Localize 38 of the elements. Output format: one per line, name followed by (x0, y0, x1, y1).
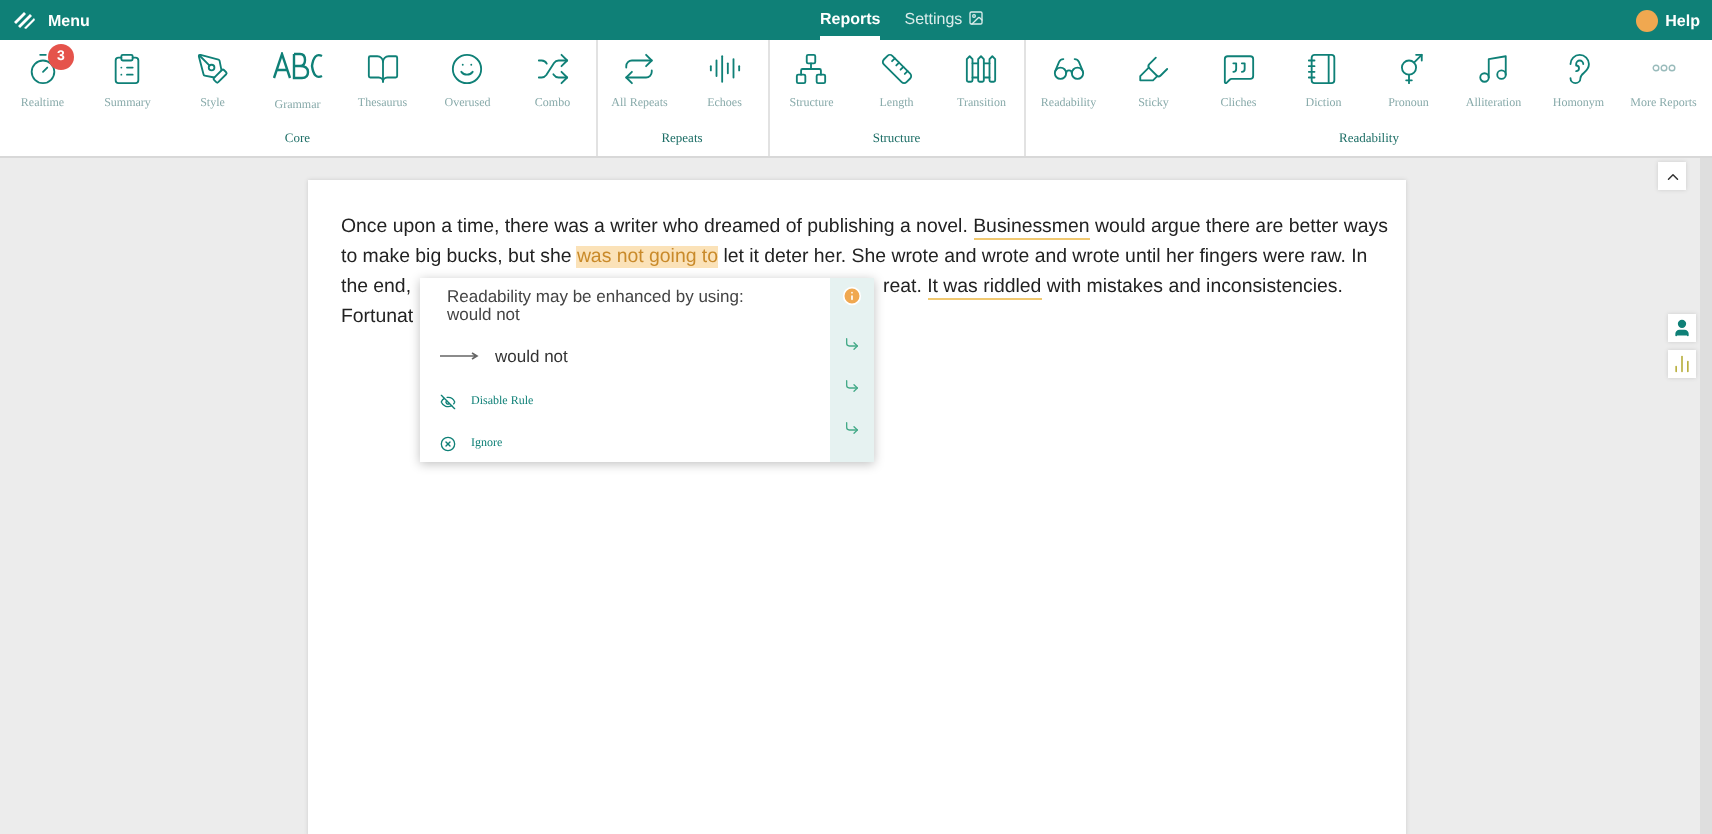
glasses-icon (1051, 52, 1086, 86)
quote-bubble-icon (1221, 52, 1256, 86)
profile-button[interactable] (1668, 314, 1696, 342)
music-note-icon (1476, 52, 1511, 86)
repeat-icon (622, 52, 657, 86)
text-line: to make big bucks, but she was not going to let it deter her. She wrote and wrote and wrote until her fingers were raw. In (341, 244, 1368, 272)
pen-icon (195, 52, 230, 86)
collapse-button[interactable] (1658, 162, 1686, 190)
help-button[interactable]: Help (1635, 9, 1700, 31)
suggestion-hint: would not (447, 306, 520, 324)
text-line: Once upon a time, there was a writer who dreamed of publishing a novel. Businessmen would argue there are better ways (341, 214, 1388, 242)
notebook-icon (1306, 52, 1341, 86)
arrow-icon (439, 352, 479, 360)
close-icon (439, 435, 455, 451)
shuffle-icon (535, 52, 570, 86)
logo-icon (12, 10, 36, 30)
network-icon (794, 52, 829, 86)
sound-wave-icon (707, 52, 742, 86)
eye-off-icon (439, 393, 455, 409)
popup-message: Readability may be enhanced by using: (447, 288, 746, 306)
menu-button[interactable]: Menu (12, 10, 90, 30)
tab[interactable]: Settings (904, 0, 985, 40)
text-line: Fortunat (341, 304, 414, 332)
ruler-icon (879, 52, 914, 86)
apply-icon[interactable] (843, 336, 859, 352)
suggestion-action[interactable]: would not (439, 332, 568, 380)
apply-icon[interactable] (843, 420, 859, 436)
bar-chart-icon (1672, 354, 1692, 374)
book-icon (365, 52, 400, 86)
highlighter-icon (1136, 52, 1171, 86)
stats-button[interactable] (1668, 350, 1696, 378)
clipboard-icon (110, 52, 145, 86)
apply-icon[interactable] (843, 378, 859, 394)
user-icon (1672, 318, 1692, 338)
fence-icon (964, 52, 999, 86)
image-icon (968, 10, 985, 26)
dots-icon (1651, 64, 1676, 72)
stopwatch-icon (25, 52, 60, 86)
